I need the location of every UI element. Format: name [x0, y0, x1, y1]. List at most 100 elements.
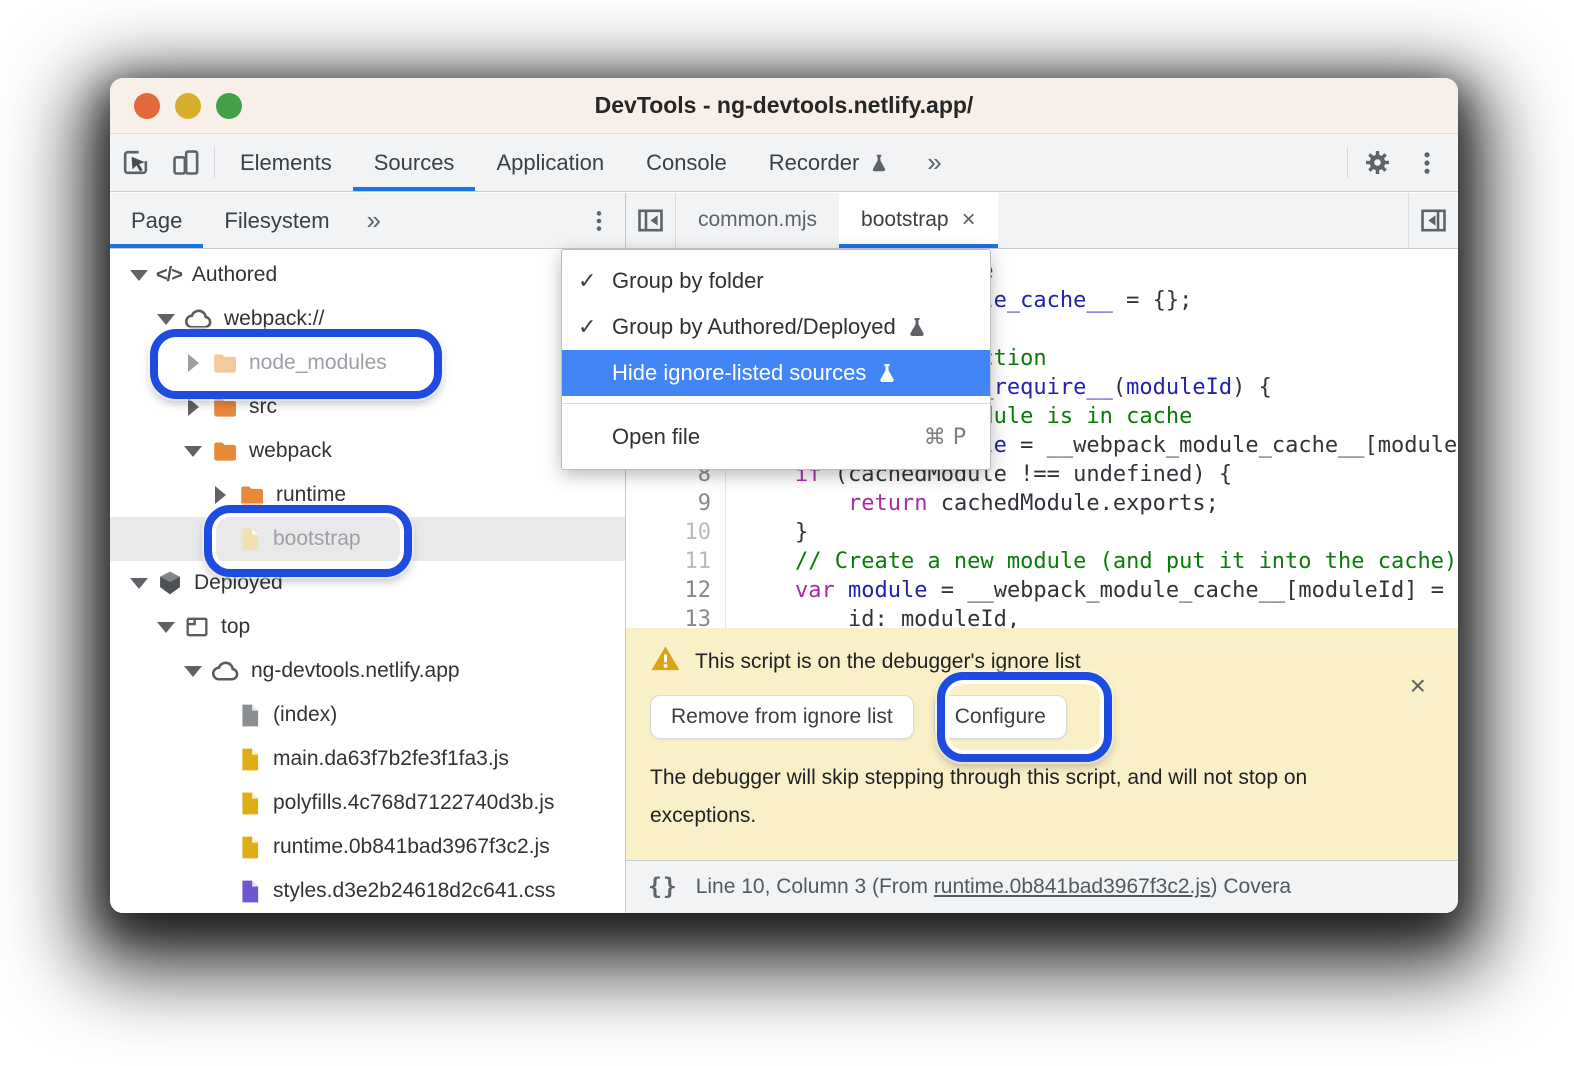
code-line-12: var module = __webpack_module_cache__[mo…: [742, 576, 1458, 605]
tree-item-bootstrap[interactable]: bootstrap: [110, 517, 625, 561]
source-map-link[interactable]: runtime.0b841bad3967f3c2.js: [934, 875, 1211, 898]
editor-tab-common-mjs[interactable]: common.mjs: [676, 193, 839, 248]
tree-item-runtime-0b841bad3967f3c2-js[interactable]: runtime.0b841bad3967f3c2.js: [110, 825, 625, 869]
zoom-window-button[interactable]: [216, 93, 242, 119]
line-number-12[interactable]: 12: [626, 576, 711, 605]
menu-item-hide-ignore-listed-sources[interactable]: Hide ignore-listed sources: [562, 350, 990, 396]
expander-down-icon[interactable]: [155, 314, 177, 325]
folder-icon: [210, 393, 239, 422]
configure-button[interactable]: Configure: [934, 695, 1067, 739]
tree-item-top[interactable]: top: [110, 605, 625, 649]
tree-item-styles-d3e2b24618d2c641-css[interactable]: styles.d3e2b24618d2c641.css: [110, 869, 625, 913]
menu-item-group-by-authored-deployed[interactable]: ✓ Group by Authored/Deployed: [562, 304, 990, 350]
expander-right-icon[interactable]: [209, 486, 231, 504]
tree-item-runtime[interactable]: runtime: [110, 473, 625, 517]
line-number-11[interactable]: 11: [626, 547, 711, 576]
tab-filesystem[interactable]: Filesystem: [203, 193, 350, 248]
tree-item-deployed[interactable]: Deployed: [110, 561, 625, 605]
tree-item-label: webpack://: [224, 307, 324, 331]
expander-right-icon[interactable]: [182, 354, 204, 372]
expander-down-icon[interactable]: [128, 578, 150, 589]
settings-gear-icon[interactable]: [1352, 134, 1402, 191]
tree-item-webpack-[interactable]: webpack://: [110, 297, 625, 341]
tree-item-src[interactable]: src: [110, 385, 625, 429]
more-tabs-chevron[interactable]: »: [911, 134, 957, 191]
menu-separator: [562, 403, 990, 404]
menu-item-open-file[interactable]: Open file ⌘ P: [562, 411, 990, 463]
menu-item-group-by-folder[interactable]: ✓ Group by folder: [562, 258, 990, 304]
expander-down-icon[interactable]: [182, 446, 204, 457]
tree-item-label: top: [221, 615, 250, 639]
line-number-9[interactable]: 9: [626, 489, 711, 518]
more-panels-chevron[interactable]: »: [351, 193, 397, 248]
ignore-list-banner: This script is on the debugger's ignore …: [626, 628, 1458, 860]
frame-icon: [183, 613, 211, 641]
checkmark-icon: ✓: [578, 269, 596, 294]
file-gray-icon: [237, 701, 263, 730]
file-js-icon: [237, 833, 263, 862]
navigator-kebab-menu-icon[interactable]: [573, 193, 625, 248]
file-tree: </>Authored webpack:// node_modulessrc webp…: [110, 249, 625, 913]
tree-item-label: polyfills.4c768d7122740d3b.js: [273, 791, 554, 815]
tab-page[interactable]: Page: [110, 193, 203, 248]
tree-item-webpack[interactable]: webpack: [110, 429, 625, 473]
toolbar-divider: [214, 147, 215, 178]
pretty-print-icon[interactable]: {}: [648, 874, 678, 900]
expander-down-icon[interactable]: [182, 666, 204, 677]
folder-faded-icon: [210, 349, 239, 378]
line-number-13[interactable]: 13: [626, 605, 711, 628]
line-number-10[interactable]: 10: [626, 518, 711, 547]
code-line-13: id: moduleId,: [742, 605, 1458, 628]
expander-down-icon[interactable]: [128, 270, 150, 281]
tree-item--index-[interactable]: (index): [110, 693, 625, 737]
tree-item-label: main.da63f7b2fe3f1fa3.js: [273, 747, 509, 771]
kebab-menu-icon[interactable]: [1402, 134, 1452, 191]
expander-right-icon[interactable]: [182, 398, 204, 416]
editor-tabbar: common.mjs bootstrap ×: [626, 193, 1458, 249]
show-sidebar-icon[interactable]: [1408, 193, 1458, 248]
expander-down-icon[interactable]: [155, 622, 177, 633]
tab-application[interactable]: Application: [475, 134, 625, 191]
close-tab-icon[interactable]: ×: [962, 206, 976, 234]
inspect-element-icon[interactable]: [110, 134, 160, 191]
file-js-icon: [237, 789, 263, 818]
tree-item-node-modules[interactable]: node_modules: [110, 341, 625, 385]
banner-close-icon[interactable]: ×: [1410, 672, 1426, 700]
tab-elements[interactable]: Elements: [219, 134, 353, 191]
toolbar-divider: [1347, 147, 1348, 178]
banner-title: This script is on the debugger's ignore …: [695, 650, 1081, 674]
warning-icon: [650, 643, 681, 680]
experiment-flask-icon: [905, 315, 929, 339]
tree-item-label: Deployed: [194, 571, 283, 595]
file-js-icon: [237, 745, 263, 774]
hide-navigator-icon[interactable]: [626, 193, 676, 248]
tree-item-label: src: [249, 395, 277, 419]
window-controls: [134, 93, 242, 119]
close-window-button[interactable]: [134, 93, 160, 119]
code-line-10: }: [742, 518, 1458, 547]
editor-tab-bootstrap[interactable]: bootstrap ×: [839, 193, 998, 248]
file-css-icon: [237, 877, 263, 906]
devtools-window: DevTools - ng-devtools.netlify.app/ Elem…: [110, 78, 1458, 913]
tab-sources[interactable]: Sources: [353, 134, 476, 191]
cursor-position-text: Line 10, Column 3 (From runtime.0b841bad…: [696, 875, 1291, 899]
code-line-11: // Create a new module (and put it into …: [742, 547, 1458, 576]
cloud-icon: [183, 304, 214, 335]
banner-description: The debugger will skip stepping through …: [650, 759, 1360, 835]
tree-item-polyfills-4c768d7122740d3b-js[interactable]: polyfills.4c768d7122740d3b.js: [110, 781, 625, 825]
tree-item-label: node_modules: [249, 351, 387, 375]
minimize-window-button[interactable]: [175, 93, 201, 119]
experiment-flask-icon: [868, 152, 890, 174]
tab-recorder[interactable]: Recorder: [748, 134, 911, 191]
tree-item-ng-devtools-netlify-app[interactable]: ng-devtools.netlify.app: [110, 649, 625, 693]
shortcut-label: ⌘ P: [924, 425, 966, 450]
file-faded-icon: [237, 525, 263, 554]
tab-console[interactable]: Console: [625, 134, 748, 191]
editor-statusbar: {} Line 10, Column 3 (From runtime.0b841…: [626, 860, 1458, 913]
remove-from-ignore-list-button[interactable]: Remove from ignore list: [650, 695, 914, 739]
navigator-sidebar: Page Filesystem » </>Authored webpack:// n…: [110, 193, 626, 913]
tree-item-main-da63f7b2fe3f1fa3-js[interactable]: main.da63f7b2fe3f1fa3.js: [110, 737, 625, 781]
tree-item-authored[interactable]: </>Authored: [110, 253, 625, 297]
device-toolbar-icon[interactable]: [160, 134, 210, 191]
tree-item-label: styles.d3e2b24618d2c641.css: [273, 879, 556, 903]
